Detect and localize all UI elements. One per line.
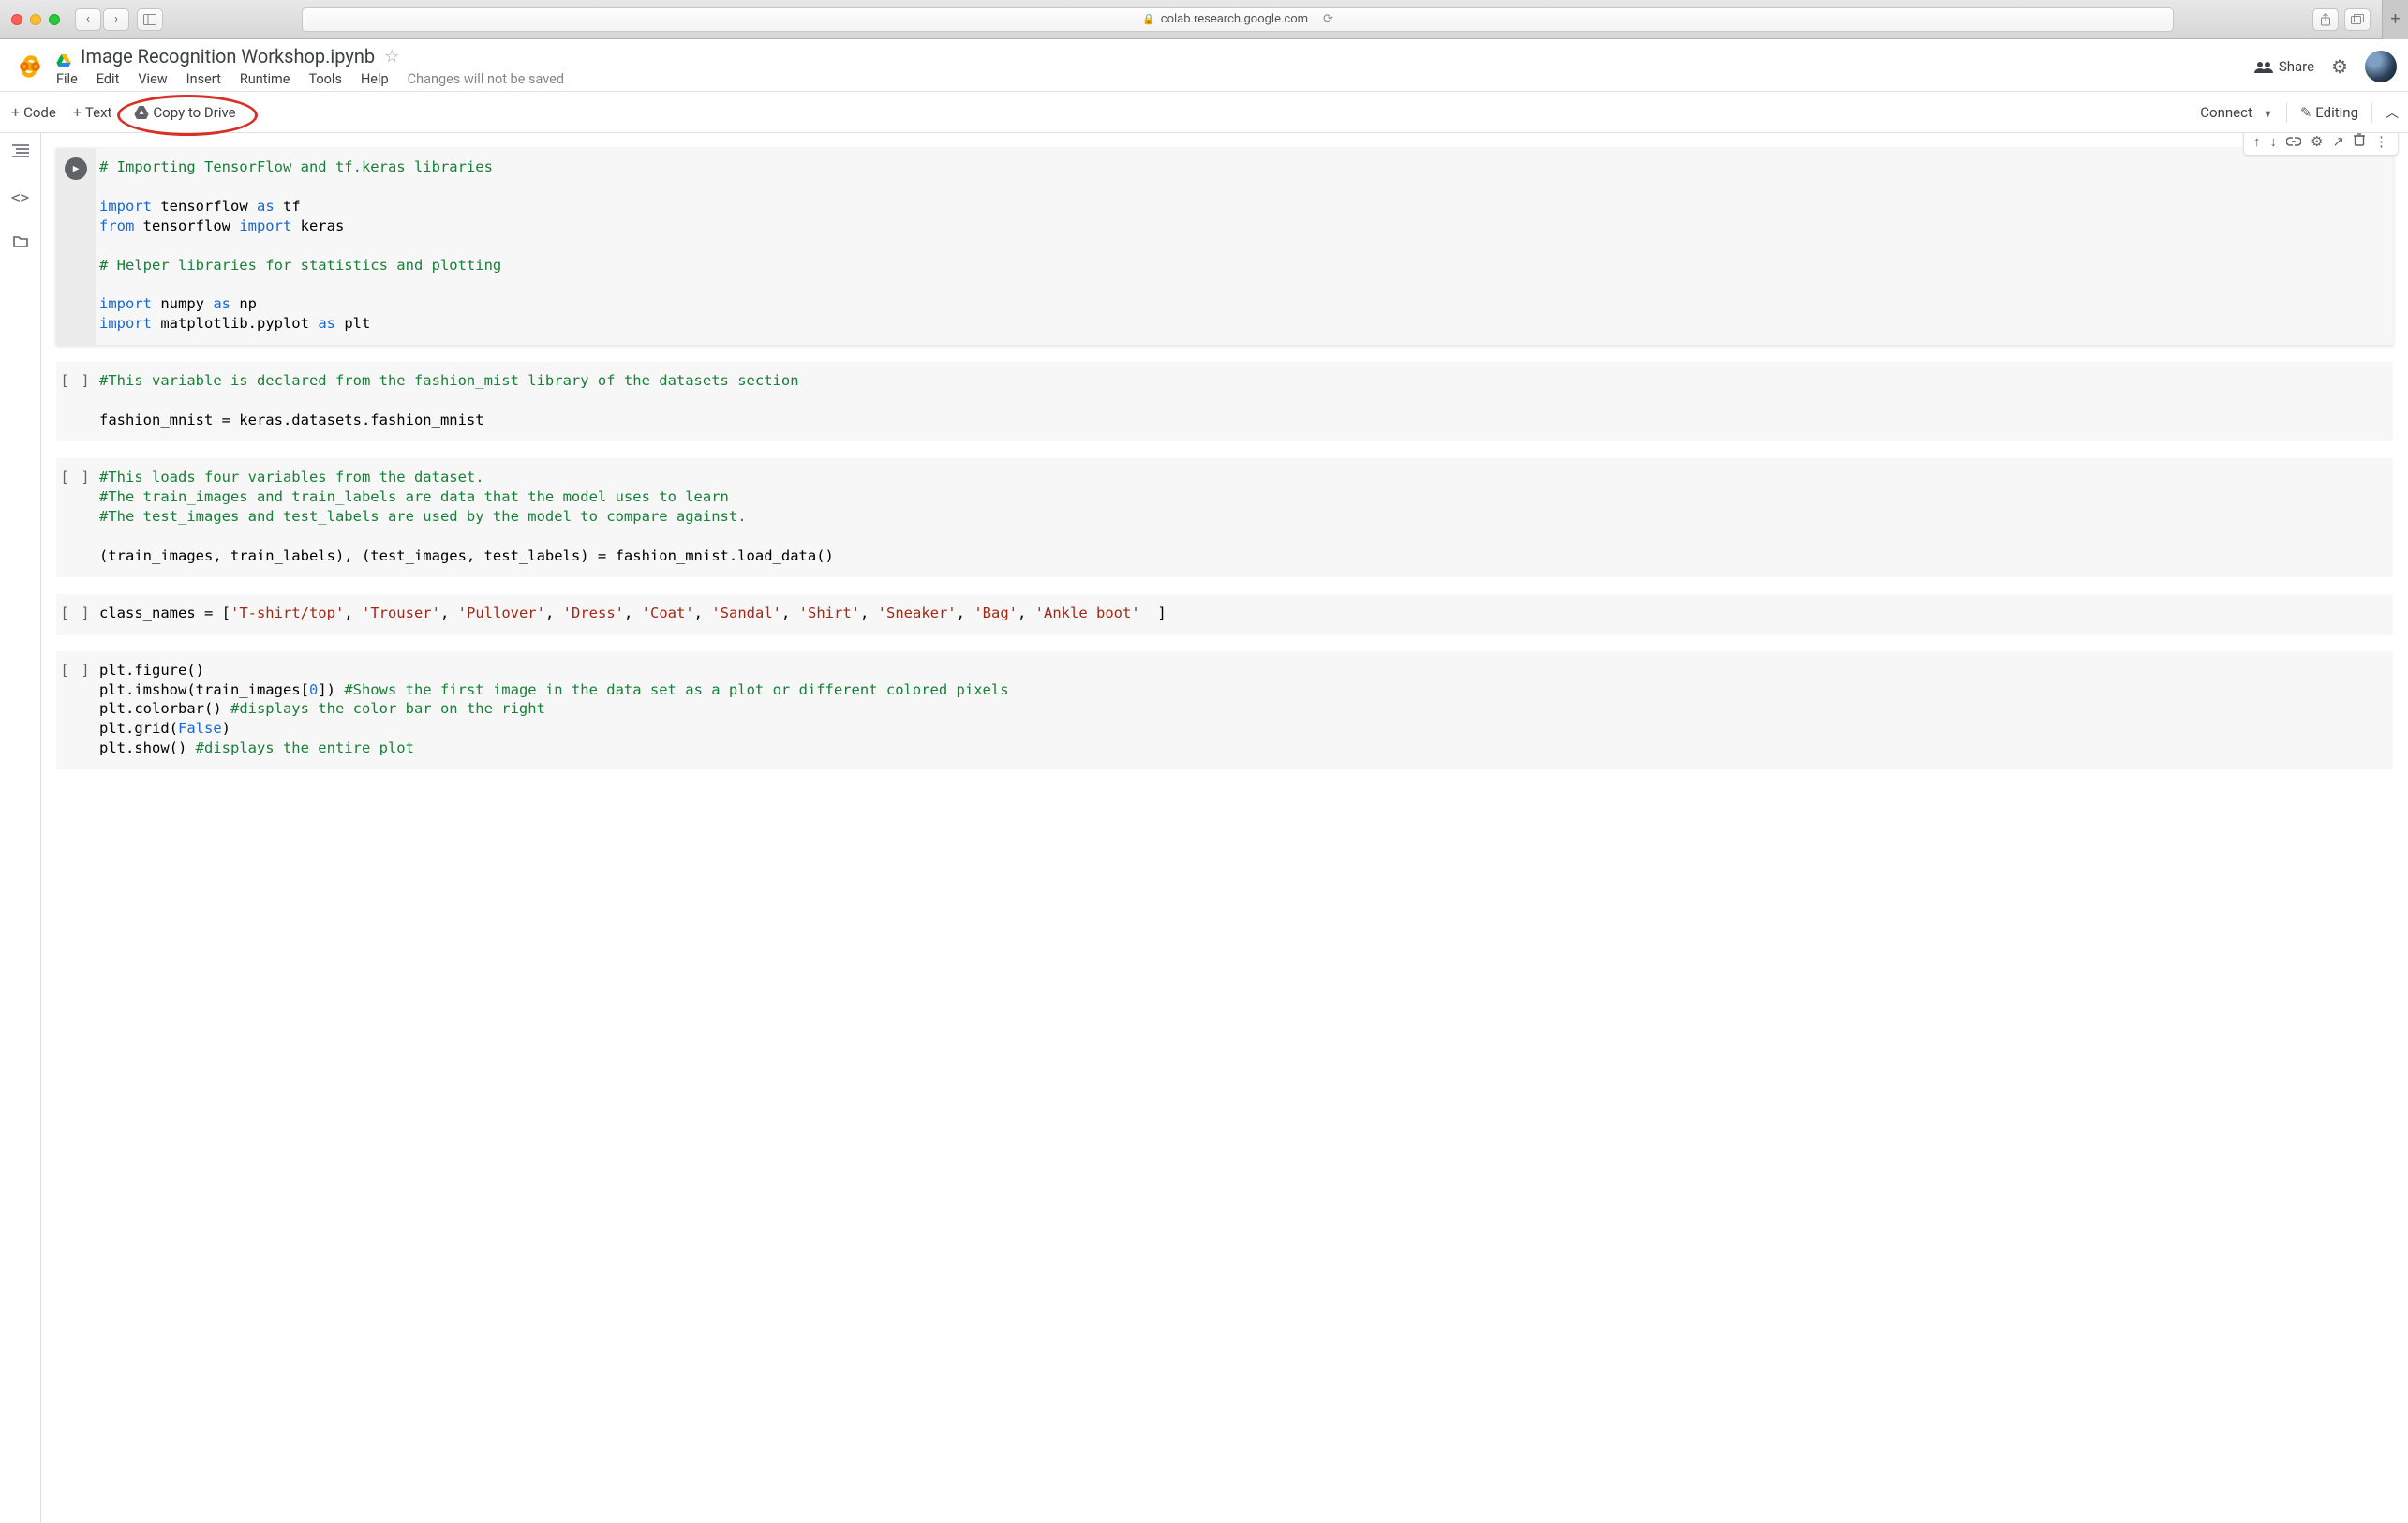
share-label: Share — [2279, 58, 2314, 75]
share-button[interactable]: Share — [2254, 58, 2314, 75]
back-button[interactable]: ‹ — [75, 8, 101, 31]
drive-icon — [56, 50, 71, 63]
code-editor[interactable]: #This variable is declared from the fash… — [96, 362, 2393, 441]
reload-icon[interactable]: ⟳ — [1323, 12, 1333, 26]
toolbar: + Code + Text Copy to Drive — [0, 92, 2408, 133]
code-editor[interactable]: plt.figure() plt.imshow(train_images[0])… — [96, 651, 2393, 770]
cell-toolbar: ↑ ↓ ⚙ ↗ ⋮ — [2243, 133, 2399, 156]
cell-gutter: [ ] — [56, 651, 96, 770]
fullscreen-window-button[interactable] — [49, 14, 60, 25]
execution-indicator[interactable]: [ ] — [60, 468, 91, 577]
menu-tools[interactable]: Tools — [308, 71, 342, 87]
code-snippets-icon[interactable]: <> — [11, 188, 29, 206]
copy-to-drive-button[interactable]: Copy to Drive — [134, 104, 235, 121]
notebook-title[interactable]: Image Recognition Workshop.ipynb — [81, 45, 375, 67]
add-text-label: Text — [85, 104, 112, 121]
connect-button[interactable]: Connect ▼ — [2200, 104, 2273, 121]
menu-help[interactable]: Help — [361, 71, 389, 87]
save-status: Changes will not be saved — [408, 71, 564, 87]
menu-insert[interactable]: Insert — [186, 71, 221, 87]
cell-gutter: [ ] — [56, 362, 96, 441]
sidebar-toggle-button[interactable] — [137, 8, 163, 31]
execution-indicator[interactable]: [ ] — [60, 604, 91, 635]
address-bar[interactable]: 🔒 colab.research.google.com ⟳ — [302, 7, 2174, 32]
move-cell-down-button[interactable]: ↓ — [2269, 133, 2277, 150]
forward-button[interactable]: › — [103, 8, 129, 31]
execution-indicator[interactable]: [ ] — [60, 661, 91, 770]
minimize-window-button[interactable] — [30, 14, 41, 25]
drive-icon — [134, 106, 149, 119]
editing-mode-button[interactable]: ✎ Editing — [2300, 104, 2358, 121]
code-cell[interactable]: # Importing TensorFlow and tf.keras libr… — [56, 148, 2393, 345]
code-cell[interactable]: [ ]#This variable is declared from the f… — [56, 362, 2393, 441]
code-cell[interactable]: [ ]#This loads four variables from the d… — [56, 458, 2393, 577]
files-icon[interactable] — [13, 232, 28, 252]
menu-edit[interactable]: Edit — [97, 71, 120, 87]
add-code-label: Code — [23, 104, 56, 121]
run-cell-button[interactable] — [65, 157, 87, 180]
code-cell[interactable]: [ ]plt.figure() plt.imshow(train_images[… — [56, 651, 2393, 770]
move-cell-up-button[interactable]: ↑ — [2253, 133, 2261, 150]
cell-gutter — [56, 148, 96, 345]
cell-gutter: [ ] — [56, 594, 96, 635]
window-controls — [11, 14, 60, 25]
new-tab-button[interactable]: + — [2382, 0, 2408, 39]
execution-indicator[interactable]: [ ] — [60, 371, 91, 441]
code-editor[interactable]: class_names = ['T-shirt/top', 'Trouser',… — [96, 594, 2393, 635]
chevron-down-icon: ▼ — [2263, 108, 2273, 120]
toc-icon[interactable] — [12, 142, 29, 162]
link-cell-button[interactable] — [2286, 133, 2301, 150]
add-text-button[interactable]: + Text — [73, 103, 112, 121]
editing-label: Editing — [2315, 104, 2358, 121]
cell-settings-button[interactable]: ⚙ — [2311, 133, 2323, 150]
tabs-button[interactable] — [2344, 8, 2371, 31]
colab-logo-icon[interactable] — [13, 50, 47, 83]
settings-icon[interactable]: ⚙ — [2331, 55, 2348, 78]
menu-runtime[interactable]: Runtime — [240, 71, 290, 87]
lock-icon: 🔒 — [1142, 13, 1155, 25]
collapse-header-button[interactable]: ︿ — [2386, 103, 2399, 122]
more-cell-actions-button[interactable]: ⋮ — [2374, 133, 2388, 150]
colab-header: Image Recognition Workshop.ipynb ☆ File … — [0, 39, 2408, 87]
menu-view[interactable]: View — [138, 71, 167, 87]
cell-gutter: [ ] — [56, 458, 96, 577]
copy-to-drive-label: Copy to Drive — [153, 104, 235, 121]
delete-cell-button[interactable] — [2354, 133, 2365, 150]
code-editor[interactable]: # Importing TensorFlow and tf.keras libr… — [96, 148, 2393, 345]
connect-label: Connect — [2200, 104, 2252, 121]
close-window-button[interactable] — [11, 14, 22, 25]
menu-bar: File Edit View Insert Runtime Tools Help… — [56, 67, 2245, 87]
code-cell[interactable]: [ ]class_names = ['T-shirt/top', 'Trouse… — [56, 594, 2393, 635]
code-editor[interactable]: #This loads four variables from the data… — [96, 458, 2393, 577]
share-button[interactable] — [2312, 8, 2339, 31]
plus-icon: + — [11, 103, 20, 121]
avatar[interactable] — [2365, 51, 2397, 82]
browser-titlebar: ‹ › 🔒 colab.research.google.com ⟳ + — [0, 0, 2408, 39]
star-icon[interactable]: ☆ — [384, 47, 399, 67]
plus-icon: + — [73, 103, 82, 121]
add-code-button[interactable]: + Code — [11, 103, 56, 121]
menu-file[interactable]: File — [56, 71, 78, 87]
open-in-tab-button[interactable]: ↗ — [2332, 133, 2344, 150]
notebook-area[interactable]: ↑ ↓ ⚙ ↗ ⋮ # Importing TensorFlow and tf.… — [41, 133, 2408, 1523]
left-rail: <> — [0, 133, 41, 1523]
url-text: colab.research.google.com — [1161, 12, 1308, 26]
pencil-icon: ✎ — [2300, 104, 2312, 121]
